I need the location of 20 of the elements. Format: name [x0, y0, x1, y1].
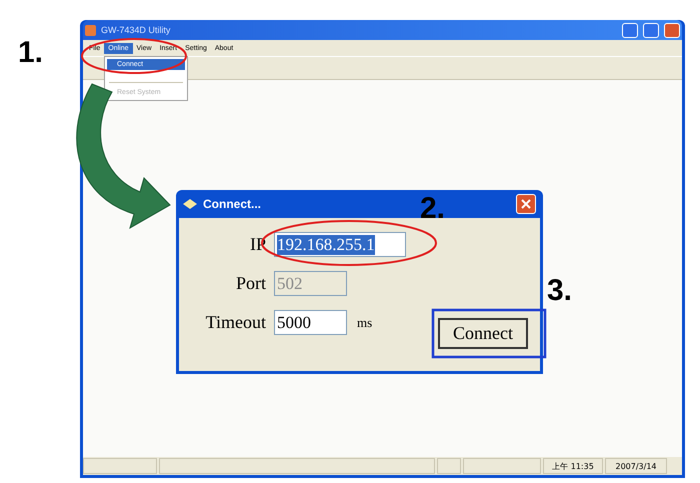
input-field[interactable]: 5000 [274, 310, 347, 335]
dialog-title: Connect... [203, 197, 262, 211]
close-button[interactable] [516, 194, 536, 214]
diamond-icon [183, 199, 197, 209]
step-number: 1. [18, 38, 44, 68]
field-label: Timeout [206, 312, 267, 333]
status-time: 上午 11:35 [543, 458, 603, 474]
app-icon [85, 24, 96, 36]
connect-button[interactable]: Connect [438, 318, 528, 349]
unit-label: ms [357, 314, 372, 330]
maximize-button[interactable] [643, 22, 659, 38]
field-label: Port [236, 273, 267, 294]
close-button[interactable] [664, 22, 680, 38]
minimize-button[interactable] [622, 22, 638, 38]
status-date: 2007/3/14 [605, 458, 667, 474]
step-number: 3. [547, 276, 572, 306]
window-title: GW-7434D Utility [101, 25, 172, 35]
step-number: 2. [420, 194, 446, 224]
close-icon [521, 199, 531, 209]
input-field[interactable]: 192.168.255.1 [274, 232, 406, 257]
